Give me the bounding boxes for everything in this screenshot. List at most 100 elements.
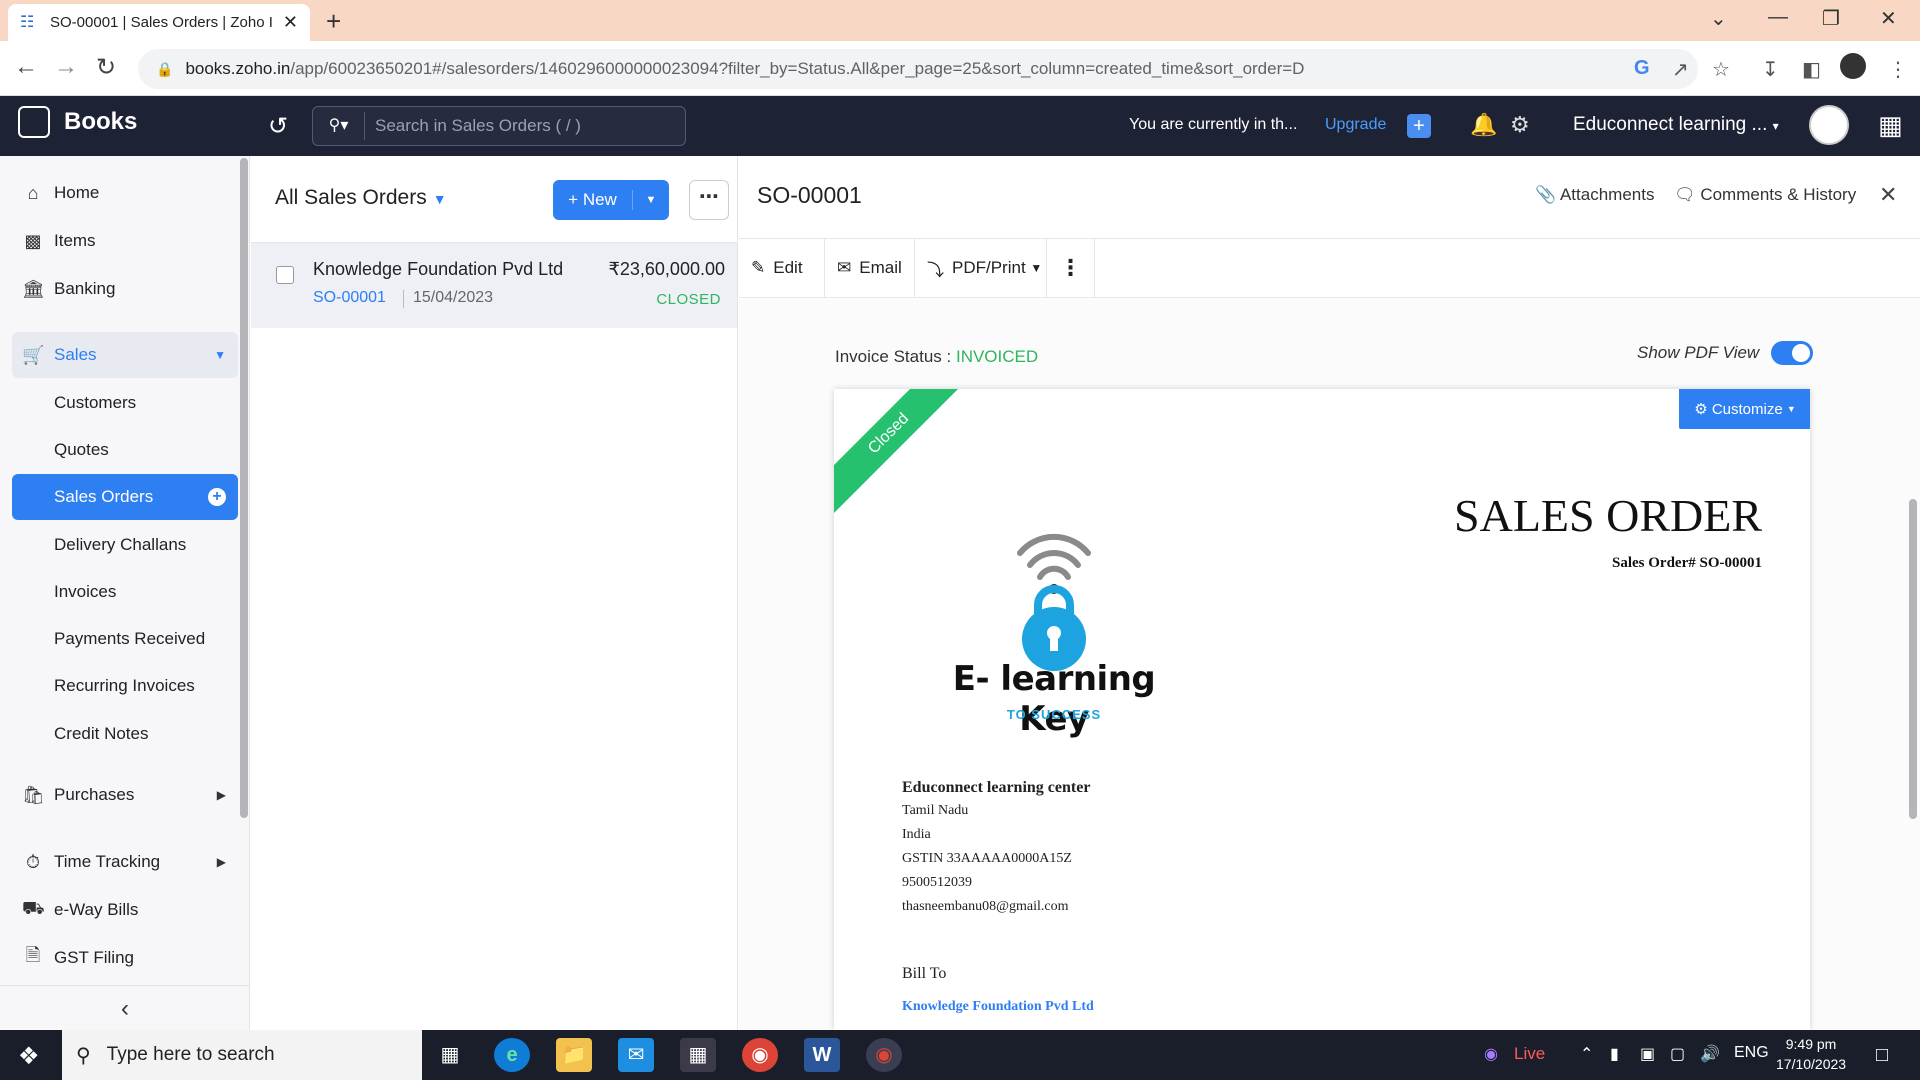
new-button[interactable]: + New — [553, 190, 633, 210]
upgrade-link[interactable]: Upgrade — [1325, 116, 1386, 134]
tab-search-chevron-icon[interactable]: ⌄ — [1710, 6, 1727, 31]
sidebar-item-invoices[interactable]: Invoices — [12, 569, 238, 615]
more-options-button[interactable]: ⋯ — [689, 180, 729, 220]
chrome-active-icon[interactable]: ◉ — [866, 1038, 902, 1072]
live-label[interactable]: Live — [1514, 1044, 1545, 1064]
more-actions-button[interactable]: ⋮ — [1047, 239, 1095, 297]
organization-switcher[interactable]: Educonnect learning ... ▾ — [1573, 114, 1779, 136]
display-icon[interactable]: ▢ — [1670, 1044, 1685, 1064]
bookmark-star-icon[interactable]: ☆ — [1712, 57, 1730, 82]
download-icon[interactable]: ↧ — [1762, 57, 1779, 82]
row-checkbox[interactable] — [276, 266, 294, 284]
bill-to-customer[interactable]: Knowledge Foundation Pvd Ltd — [902, 999, 1094, 1015]
row-amount: ₹23,60,000.00 — [608, 259, 725, 279]
sidebar-item-eway-bills[interactable]: ⛟ e-Way Bills — [12, 887, 238, 933]
pdf-preview: Closed ⚙ Customize ▼ SALES ORDER Sales O… — [834, 389, 1810, 1030]
taskbar-clock[interactable]: 9:49 pm 17/10/2023 — [1776, 1034, 1846, 1074]
list-item[interactable]: Knowledge Foundation Pvd Ltd ₹23,60,000.… — [251, 242, 737, 328]
sidebar-item-delivery-challans[interactable]: Delivery Challans — [12, 522, 238, 568]
close-tab-icon[interactable]: ✕ — [283, 12, 298, 33]
battery-icon[interactable]: ▮ — [1610, 1044, 1619, 1064]
sidebar-item-label: Invoices — [54, 582, 117, 601]
detail-scrollbar[interactable] — [1909, 499, 1917, 819]
pdf-print-button[interactable]: ⤵ PDF/Print ▼ — [915, 239, 1047, 297]
show-pdf-toggle[interactable] — [1771, 341, 1813, 365]
books-logo[interactable]: Books — [18, 106, 137, 138]
sidebar-item-label: GST Filing — [54, 948, 134, 967]
file-explorer-icon[interactable]: 📁 — [556, 1038, 592, 1072]
quick-create-button[interactable]: + — [1407, 114, 1431, 138]
add-sales-order-icon[interactable]: + — [208, 488, 226, 506]
close-window-button[interactable]: ✕ — [1880, 6, 1897, 31]
sidebar-item-label: Home — [54, 183, 100, 202]
settings-gear-icon[interactable]: ⚙ — [1510, 112, 1530, 138]
url-field[interactable]: 🔒 books.zoho.in/app/60023650201#/salesor… — [138, 49, 1698, 89]
browser-tab[interactable]: ☷ SO-00001 | Sales Orders | Zoho I ✕ — [8, 4, 310, 41]
caret-down-icon: ▼ — [1030, 261, 1043, 275]
task-view-icon[interactable]: ▦ — [432, 1038, 468, 1072]
search-input[interactable]: ⚲▾ Search in Sales Orders ( / ) — [312, 106, 686, 146]
notification-center-icon[interactable]: □ — [1876, 1044, 1888, 1067]
comments-history-button[interactable]: 🗨 Comments & History — [1674, 185, 1856, 205]
share-icon[interactable]: ↗ — [1672, 57, 1689, 82]
sidebar-item-customers[interactable]: Customers — [12, 380, 238, 426]
sales-order-detail: SO-00001 📎 Attachments 🗨 Comments & Hist… — [739, 156, 1920, 1030]
search-icon[interactable]: ⚲▾ — [313, 112, 365, 140]
timer-icon: ⏱ — [25, 851, 41, 872]
sidepanel-icon[interactable]: ◧ — [1802, 57, 1821, 82]
customize-button[interactable]: ⚙ Customize ▼ — [1679, 389, 1810, 429]
windows-start-icon[interactable]: ❖ — [18, 1042, 40, 1071]
sidebar-item-recurring-invoices[interactable]: Recurring Invoices — [12, 663, 238, 709]
sidebar-item-quotes[interactable]: Quotes — [12, 427, 238, 473]
language-indicator[interactable]: ENG — [1734, 1044, 1769, 1062]
chrome-icon[interactable]: ◉ — [742, 1038, 778, 1072]
reload-icon[interactable]: ↻ — [96, 53, 116, 82]
sidebar-item-gst-filing[interactable]: 🗎 GST Filing — [12, 935, 238, 981]
forward-arrow-icon[interactable]: → — [54, 53, 78, 81]
mail-icon[interactable]: ✉ — [618, 1038, 654, 1072]
collapse-sidebar-button[interactable]: ‹ — [0, 985, 250, 1030]
attachments-button[interactable]: 📎 Attachments — [1535, 185, 1654, 205]
close-detail-icon[interactable]: ✕ — [1879, 182, 1897, 208]
sidebar-item-banking[interactable]: 🏛 Banking — [12, 266, 238, 312]
sidebar-item-time-tracking[interactable]: ⏱ Time Tracking ▶ — [12, 839, 238, 885]
tray-chevron-up-icon[interactable]: ⌃ — [1580, 1044, 1593, 1064]
seller-gstin: GSTIN 33AAAAA0000A15Z — [902, 851, 1072, 866]
network-icon[interactable]: ▣ — [1640, 1044, 1655, 1064]
new-dropdown-button[interactable]: ▼ — [633, 194, 669, 206]
edge-browser-icon[interactable]: e — [494, 1038, 530, 1072]
google-icon[interactable]: G — [1634, 57, 1650, 80]
edit-button[interactable]: ✎ Edit — [739, 239, 825, 297]
row-order-number[interactable]: SO-00001 — [313, 289, 386, 307]
sidebar-item-items[interactable]: ▩ Items — [12, 218, 238, 264]
list-filter-dropdown[interactable]: All Sales Orders ▼ — [275, 186, 447, 210]
seller-email: thasneembanu08@gmail.com — [902, 899, 1069, 914]
maximize-button[interactable]: ❐ — [1822, 6, 1840, 31]
sidebar-item-purchases[interactable]: 🛍 Purchases ▶ — [12, 772, 238, 818]
notifications-bell-icon[interactable]: 🔔 — [1470, 112, 1497, 138]
new-tab-button[interactable]: + — [326, 6, 341, 37]
browser-menu-icon[interactable]: ⋮ — [1888, 57, 1908, 82]
app-grid-icon[interactable]: ▦ — [1878, 110, 1903, 141]
word-icon[interactable]: W — [804, 1038, 840, 1072]
sidebar-item-sales-orders[interactable]: Sales Orders + — [12, 474, 238, 520]
app-header: Books ↺ ⚲▾ Search in Sales Orders ( / ) … — [0, 96, 1920, 156]
sidebar-item-payments-received[interactable]: Payments Received — [12, 616, 238, 662]
address-bar: ← → ↻ 🔒 books.zoho.in/app/60023650201#/s… — [0, 41, 1920, 96]
cart-icon: 🛒 — [22, 344, 45, 365]
document-order-number: Sales Order# SO-00001 — [1612, 555, 1762, 571]
profile-avatar[interactable] — [1840, 53, 1866, 79]
volume-icon[interactable]: 🔊 — [1700, 1044, 1720, 1064]
user-avatar[interactable] — [1809, 105, 1849, 145]
taskbar-search-input[interactable]: ⚲ Type here to search — [62, 1030, 422, 1080]
minimize-button[interactable]: — — [1768, 6, 1788, 29]
back-arrow-icon[interactable]: ← — [14, 53, 38, 81]
sidebar-scrollbar[interactable] — [240, 158, 248, 818]
sidebar-item-credit-notes[interactable]: Credit Notes — [12, 711, 238, 757]
clock-time: 9:49 pm — [1785, 1036, 1837, 1052]
email-button[interactable]: ✉ Email — [825, 239, 915, 297]
store-icon[interactable]: ▦ — [680, 1038, 716, 1072]
recent-history-icon[interactable]: ↺ — [268, 112, 288, 141]
sidebar-item-home[interactable]: ⌂ Home — [12, 170, 238, 216]
sidebar-item-sales[interactable]: 🛒 Sales ▼ — [12, 332, 238, 378]
